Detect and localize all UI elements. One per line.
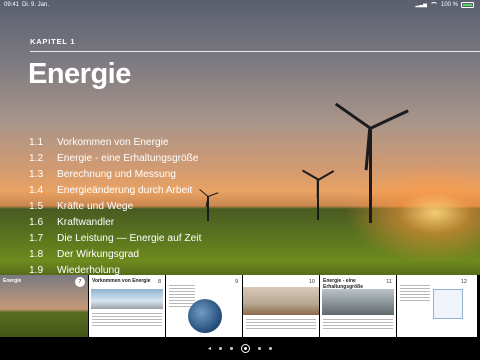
wifi-icon xyxy=(429,2,438,8)
thumbnail-page-number: 10 xyxy=(308,279,315,285)
page-thumbnail[interactable]: 9 xyxy=(166,275,242,337)
page-dot[interactable] xyxy=(258,347,261,350)
thumbnail-page-number: 11 xyxy=(386,279,392,285)
page-dot-current[interactable] xyxy=(241,344,250,353)
toc-item-title: Der Wirkungsgrad xyxy=(57,249,140,260)
chapter-label: KAPITEL 1 xyxy=(30,37,76,46)
signal-icon: ▂▃▅ xyxy=(415,2,427,8)
toc-item-number: 1.5 xyxy=(29,201,44,212)
thumbnail-globe xyxy=(188,299,222,333)
toc-item-title: Die Leistung — Energie auf Zeit xyxy=(57,233,202,244)
thumbnail-page-number: 12 xyxy=(460,279,467,285)
toc-item-title: Kräfte und Wege xyxy=(57,201,134,212)
status-time: 09:41 xyxy=(4,2,20,8)
toc-item-number: 1.6 xyxy=(29,217,44,228)
thumbnail-page-number: 9 xyxy=(234,279,238,285)
toc-item-number: 1.4 xyxy=(29,185,44,196)
toc-item[interactable]: 1.5 Kräfte und Wege xyxy=(29,199,329,215)
battery-icon xyxy=(461,2,474,8)
toc-item-number: 1.1 xyxy=(29,137,44,148)
toc-item-number: 1.2 xyxy=(29,153,44,164)
header-divider xyxy=(30,51,480,52)
page-thumbnail[interactable]: Vorkommen von Energie 8 xyxy=(89,275,165,337)
thumbnail-page-number: 8 xyxy=(157,279,161,285)
status-date: Di. 9. Jan. xyxy=(22,2,50,8)
thumbnail-photo xyxy=(243,287,319,315)
thumbnail-title: Energie xyxy=(3,278,22,284)
previous-arrow-icon[interactable]: ◂ xyxy=(208,345,211,352)
page-dot[interactable] xyxy=(219,347,222,350)
page-dot[interactable] xyxy=(230,347,233,350)
toc-item-number: 1.8 xyxy=(29,249,44,260)
toc-item[interactable]: 1.6 Kraftwandler xyxy=(29,215,329,231)
toc-item-title: Berechnung und Messung xyxy=(57,169,176,180)
toc-item-title: Kraftwandler xyxy=(57,217,115,228)
status-bar: 09:41 Di. 9. Jan. ▂▃▅ 100 % xyxy=(0,0,480,10)
page-thumbnail[interactable]: Energie 7 xyxy=(0,275,88,337)
page-thumbnail[interactable]: 10 xyxy=(243,275,319,337)
page-thumbnail-strip: Energie 7 Vorkommen von Energie 8 9 10 E… xyxy=(0,275,480,337)
toc-item-number: 1.3 xyxy=(29,169,44,180)
thumbnail-page-number: 7 xyxy=(75,277,85,287)
toc-item-title: Energieänderung durch Arbeit xyxy=(57,185,193,196)
toc-item-title: Vorkommen von Energie xyxy=(57,137,169,148)
toc-item[interactable]: 1.7 Die Leistung — Energie auf Zeit xyxy=(29,231,329,247)
thumbnail-photo xyxy=(91,289,163,309)
thumbnail-photo xyxy=(322,289,394,315)
table-of-contents: 1.1 Vorkommen von Energie 1.2 Energie - ei… xyxy=(29,135,329,279)
toc-item[interactable]: 1.3 Berechnung und Messung xyxy=(29,167,329,183)
battery-percent: 100 % xyxy=(440,2,458,8)
toc-item[interactable]: 1.8 Der Wirkungsgrad xyxy=(29,247,329,263)
page-thumbnail[interactable]: 12 xyxy=(397,275,477,337)
thumbnail-diagram xyxy=(433,289,463,319)
page-dot[interactable] xyxy=(269,347,272,350)
thumbnail-title: Vorkommen von Energie xyxy=(92,278,151,284)
toc-item[interactable]: 1.1 Vorkommen von Energie xyxy=(29,135,329,151)
toc-item[interactable]: 1.4 Energieänderung durch Arbeit xyxy=(29,183,329,199)
page-title: Energie xyxy=(28,58,131,90)
page-indicator: ◂ xyxy=(0,337,480,360)
toc-item[interactable]: 1.2 Energie - eine Erhaltungsgröße xyxy=(29,151,329,167)
toc-item-title: Energie - eine Erhaltungsgröße xyxy=(57,153,199,164)
toc-item-number: 1.7 xyxy=(29,233,44,244)
page-thumbnail[interactable]: Energie - eine Erhaltungsgröße 11 xyxy=(320,275,396,337)
status-indicators: ▂▃▅ 100 % xyxy=(415,0,474,10)
